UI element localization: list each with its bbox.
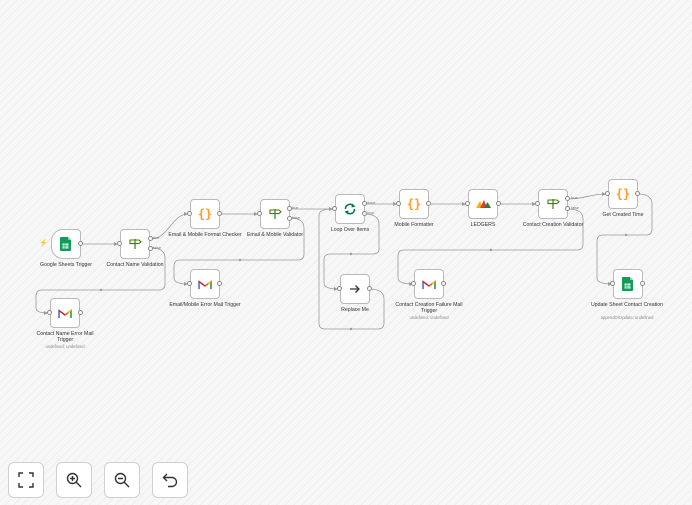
ledgers-logo-icon <box>475 199 491 209</box>
output-port-done[interactable] <box>362 201 367 206</box>
fit-view-icon <box>18 472 34 488</box>
output-port[interactable] <box>217 211 222 216</box>
code-braces-icon: {} <box>615 187 631 201</box>
branch-label-false: false <box>292 216 301 220</box>
output-port[interactable] <box>367 286 372 291</box>
output-port-true[interactable] <box>287 206 292 211</box>
reset-zoom-button[interactable] <box>152 462 188 498</box>
node-ledgers[interactable] <box>468 189 498 219</box>
gmail-icon <box>58 308 72 319</box>
output-port[interactable] <box>78 241 83 246</box>
if-signpost-icon <box>268 208 282 220</box>
code-braces-icon: {} <box>197 207 213 221</box>
node-subtitle: undefined: undefined <box>409 315 449 320</box>
output-port-false[interactable] <box>148 246 153 251</box>
node-label: Contact Creation Failure Mail Trigger <box>395 302 463 314</box>
node-label: Loop Over Items <box>330 227 370 233</box>
output-port[interactable] <box>635 191 640 196</box>
node-label: Replace Me <box>341 307 369 313</box>
gmail-icon <box>422 279 436 290</box>
node-google-sheets-trigger[interactable] <box>51 229 81 259</box>
node-creation-failure-mail[interactable] <box>414 269 444 299</box>
node-subtitle: appendOrUpdate: undefined <box>600 315 654 320</box>
zoom-in-icon <box>66 472 82 488</box>
output-port[interactable] <box>441 281 446 286</box>
node-get-created-time[interactable]: {} <box>608 179 638 209</box>
workflow-canvas[interactable]: true false true false done loop true fal… <box>0 0 692 505</box>
node-subtitle: undefined: undefined <box>45 344 85 349</box>
node-contact-creation-validator[interactable] <box>538 189 568 219</box>
zoom-out-button[interactable] <box>104 462 140 498</box>
code-braces-icon: {} <box>406 197 422 211</box>
google-sheets-icon <box>60 237 72 251</box>
google-sheets-icon <box>622 277 634 291</box>
connection-layer <box>35 192 653 331</box>
output-port-true[interactable] <box>148 236 153 241</box>
input-port[interactable] <box>535 201 540 206</box>
if-signpost-icon <box>128 238 142 250</box>
fit-view-button[interactable] <box>8 462 44 498</box>
input-port[interactable] <box>47 310 52 315</box>
trigger-bolt-icon: ⚡ <box>39 240 48 247</box>
output-port[interactable] <box>426 201 431 206</box>
input-port[interactable] <box>187 281 192 286</box>
output-port[interactable] <box>640 281 645 286</box>
node-format-error-mail[interactable] <box>190 269 220 299</box>
node-label: Contact Name Error Mail Trigger <box>36 331 94 343</box>
node-update-sheet[interactable] <box>613 269 643 299</box>
output-port[interactable] <box>496 201 501 206</box>
input-port[interactable] <box>411 281 416 286</box>
node-format-checker[interactable]: {} <box>190 199 220 229</box>
input-port[interactable] <box>396 201 401 206</box>
node-label: Mobile Formatter <box>394 222 434 228</box>
branch-label-false: false <box>571 206 580 210</box>
branch-label-true: true <box>153 236 160 240</box>
node-label: Contact Creation Validator <box>522 222 584 228</box>
arrow-right-icon <box>349 284 361 294</box>
node-label: Contact Name Validation <box>106 262 164 268</box>
node-label: Email & Mobile Format Checker <box>168 232 242 238</box>
node-label: Email/Mobile Error Mail Trigger <box>169 302 241 308</box>
output-port-loop[interactable] <box>362 211 367 216</box>
branch-label-loop: loop <box>367 211 375 215</box>
node-label: Google Sheets Trigger <box>40 262 92 268</box>
node-label: LEDGERS <box>470 222 496 228</box>
output-port-false[interactable] <box>565 206 570 211</box>
gmail-icon <box>198 279 212 290</box>
output-port-false[interactable] <box>287 216 292 221</box>
branch-label-false: false <box>153 246 162 250</box>
node-contact-name-validation[interactable] <box>120 229 150 259</box>
branch-label-true: true <box>292 206 299 210</box>
input-port[interactable] <box>257 211 262 216</box>
node-mobile-formatter[interactable]: {} <box>399 189 429 219</box>
node-label: Email & Mobile Validator <box>246 232 304 238</box>
input-port[interactable] <box>465 201 470 206</box>
node-label: Get Created Time <box>602 212 644 218</box>
input-port[interactable] <box>332 206 337 211</box>
node-loop-over-items[interactable] <box>335 194 365 224</box>
if-signpost-icon <box>546 198 560 210</box>
output-port[interactable] <box>217 281 222 286</box>
zoom-in-button[interactable] <box>56 462 92 498</box>
branch-label-done: done <box>367 201 376 205</box>
zoom-out-icon <box>114 472 130 488</box>
branch-label-true: true <box>571 196 578 200</box>
node-label: Update Sheet Contact Creation <box>590 302 664 308</box>
output-port[interactable] <box>78 310 83 315</box>
node-name-error-mail[interactable] <box>50 298 80 328</box>
input-port[interactable] <box>610 281 615 286</box>
node-email-mobile-validator[interactable] <box>260 199 290 229</box>
input-port[interactable] <box>337 286 342 291</box>
input-port[interactable] <box>605 191 610 196</box>
input-port[interactable] <box>187 211 192 216</box>
input-port[interactable] <box>117 241 122 246</box>
loop-icon <box>343 202 357 216</box>
output-port-true[interactable] <box>565 196 570 201</box>
undo-icon <box>162 472 178 488</box>
node-replace-me[interactable] <box>340 274 370 304</box>
